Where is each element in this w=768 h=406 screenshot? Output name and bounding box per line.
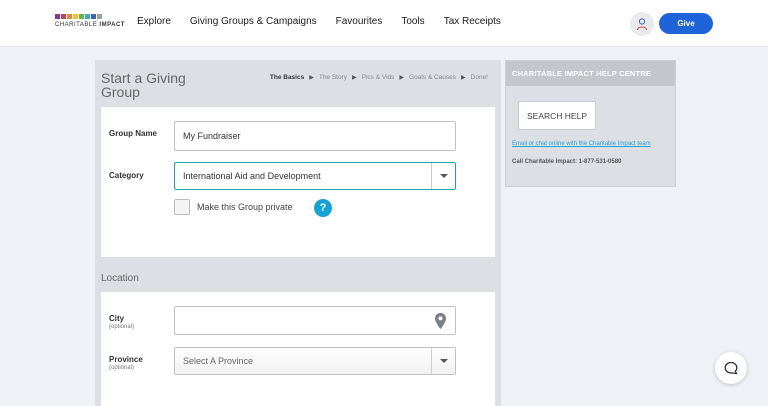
logo-color-bars <box>55 14 119 19</box>
city-label: City (optional) <box>109 314 135 330</box>
user-avatar[interactable] <box>630 12 654 36</box>
category-value: International Aid and Development <box>183 171 321 181</box>
main-nav: Explore Giving Groups & Campaigns Favour… <box>137 16 520 27</box>
city-input[interactable] <box>174 306 456 335</box>
nav-tax-receipts[interactable]: Tax Receipts <box>444 16 501 27</box>
province-select[interactable]: Select A Province <box>174 347 456 375</box>
map-pin-icon <box>435 313 446 329</box>
nav-explore[interactable]: Explore <box>137 16 171 27</box>
nav-favourites[interactable]: Favourites <box>336 16 383 27</box>
nav-tools[interactable]: Tools <box>401 16 424 27</box>
page-title: Start a Giving Group <box>101 70 186 100</box>
step-arrow-icon: ▶ <box>399 75 405 81</box>
nav-giving-groups-campaigns[interactable]: Giving Groups & Campaigns <box>190 16 317 27</box>
group-name-label: Group Name <box>109 129 158 138</box>
province-dropdown-toggle[interactable] <box>431 348 455 374</box>
basics-card: Group Name My Fundraiser Category Intern… <box>101 107 495 257</box>
top-navbar: CHARITABLE IMPACT Explore Giving Groups … <box>0 0 768 47</box>
location-card: City (optional) Province (optional) Sele… <box>101 292 495 406</box>
location-section-title: Location <box>101 273 139 284</box>
step-arrow-icon: ▶ <box>461 75 466 81</box>
chevron-down-icon <box>439 174 448 178</box>
group-name-input[interactable]: My Fundraiser <box>174 121 456 151</box>
chat-launcher-button[interactable] <box>715 352 747 384</box>
start-giving-group-panel: Start a Giving Group The Basics ▶ The St… <box>95 60 501 406</box>
contact-team-link[interactable]: Email or chat online with the Charitable… <box>512 140 672 149</box>
step-arrow-icon: ▶ <box>352 75 357 81</box>
step-pics-vids[interactable]: Pics & Vids <box>362 74 395 81</box>
category-select[interactable]: International Aid and Development <box>174 162 456 190</box>
category-label: Category <box>109 171 144 180</box>
step-goals-causes[interactable]: Goals & Causes <box>409 74 456 81</box>
charitable-impact-logo[interactable]: CHARITABLE IMPACT <box>55 14 125 34</box>
step-done[interactable]: Done! <box>471 74 488 81</box>
help-centre-title: CHARITABLE IMPACT HELP CENTRE <box>506 61 675 86</box>
province-label: Province (optional) <box>109 355 143 371</box>
province-optional-note: (optional) <box>109 365 135 371</box>
step-arrow-icon: ▶ <box>309 75 314 81</box>
help-centre-panel: CHARITABLE IMPACT HELP CENTRE SEARCH HEL… <box>505 60 676 187</box>
city-optional-note: (optional) <box>109 324 135 330</box>
logo-text: CHARITABLE IMPACT <box>55 22 125 28</box>
help-question-icon[interactable]: ? <box>314 199 332 217</box>
user-icon <box>637 18 647 31</box>
give-button[interactable]: Give <box>659 13 713 34</box>
province-value: Select A Province <box>183 356 254 366</box>
search-help-button[interactable]: SEARCH HELP <box>518 101 596 130</box>
chevron-down-icon <box>439 359 448 363</box>
category-dropdown-toggle[interactable] <box>431 163 455 189</box>
help-phone-text: Call Charitable Impact: 1-877-531-0580 <box>512 159 622 165</box>
private-group-checkbox[interactable] <box>174 199 190 215</box>
group-name-value: My Fundraiser <box>183 131 241 141</box>
step-breadcrumb: The Basics ▶ The Story ▶ Pics & Vids ▶ G… <box>270 74 488 81</box>
step-the-basics[interactable]: The Basics <box>270 74 304 81</box>
private-group-label: Make this Group private <box>197 202 293 212</box>
chat-icon <box>724 361 738 375</box>
step-the-story[interactable]: The Story <box>319 74 347 81</box>
